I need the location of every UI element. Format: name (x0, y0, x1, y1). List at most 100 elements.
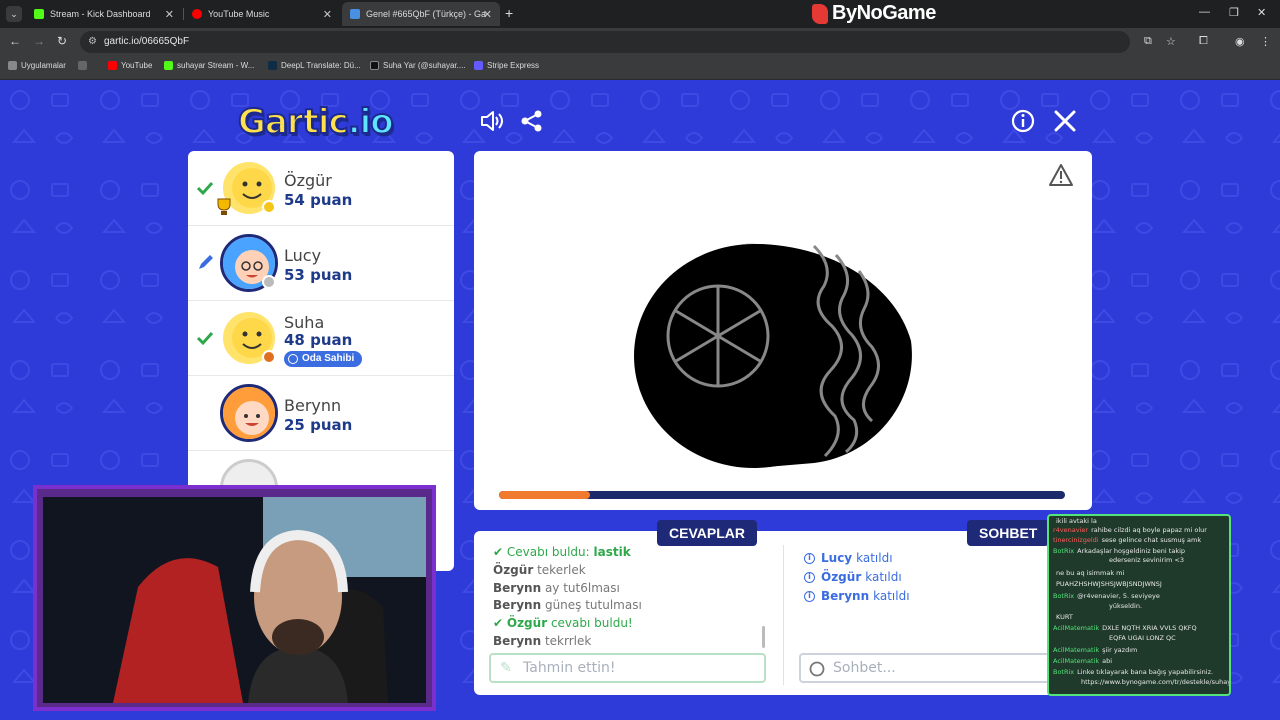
tab-kick-dashboard[interactable]: Stream - Kick Dashboard ✕ (26, 2, 182, 26)
info-icon[interactable] (1010, 108, 1036, 134)
guess-input[interactable]: ✎ Tahmin ettin! (489, 653, 766, 683)
chat-bubble-icon (809, 661, 825, 677)
bookmark-grid[interactable] (78, 61, 91, 70)
profile-icon[interactable]: ◉ (1235, 35, 1245, 48)
bookmark-deepl[interactable]: DeepL Translate: Dü... (268, 61, 361, 70)
chat-line: r4venavier rahibe cilzdi aq boyle papaz m… (1053, 526, 1207, 534)
status-dot (262, 350, 276, 364)
round-timer-bar (499, 491, 1065, 499)
player-name: Özgür (284, 171, 332, 190)
install-app-icon[interactable]: ⧉ (1144, 35, 1152, 48)
apps-grid-icon (8, 61, 17, 70)
chat-line: ikili avtaki la (1056, 517, 1097, 525)
join-notice: i Özgür katıldı (804, 570, 902, 584)
tire-drawing (634, 243, 912, 468)
player-name: Berynn (284, 396, 342, 415)
status-dot (262, 275, 276, 289)
player-row[interactable]: Suha 48 puan Oda Sahibi (188, 301, 454, 376)
player-name: Suha (284, 313, 325, 332)
bookmark-stripe[interactable]: Stripe Express (474, 61, 539, 70)
webcam-feed (43, 497, 426, 703)
bookmark-youtube[interactable]: YouTube (108, 61, 152, 70)
tab-title: YouTube Music (208, 9, 270, 19)
drawing-canvas[interactable] (474, 151, 1092, 510)
address-toolbar: ← → ↻ ⚙ gartic.io/06665QbF ⧉ ☆ ⧠ ◉ ⋮ (0, 28, 1280, 56)
bookmarks-bar: Uygulamalar YouTube suhayar Stream - W..… (0, 56, 1280, 80)
extensions-icon[interactable]: ⧠ (1199, 35, 1208, 48)
player-row[interactable]: Berynn 25 puan (188, 376, 454, 451)
bookmark-star-icon[interactable]: ☆ (1166, 35, 1176, 48)
player-row[interactable]: Lucy 53 puan (188, 226, 454, 301)
close-tab-icon[interactable]: ✕ (165, 8, 174, 21)
bookmark-apps[interactable]: Uygulamalar (8, 61, 66, 70)
chat-line: BotRix Arkadaşlar hoşgeldiniz beni takip (1053, 547, 1186, 555)
new-tab-button[interactable]: + (505, 5, 513, 21)
stream-chat-overlay: ikili avtaki la r4venavier rahibe cilzdi … (1047, 514, 1231, 696)
url-field[interactable]: ⚙ gartic.io/06665QbF (80, 31, 1130, 53)
answers-chat-panel: ✔ Cevabı buldu: lastik Özgür tekerlek Be… (474, 531, 1092, 695)
back-icon[interactable]: ← (9, 34, 21, 48)
status-dot (262, 200, 276, 214)
tab-list-button[interactable]: ⌄ (6, 6, 22, 22)
tab-gartic[interactable]: Genel #665QbF (Türkçe) - Garti ✕ (342, 2, 500, 26)
info-icon: i (804, 552, 815, 564)
reload-icon[interactable]: ↻ (57, 34, 67, 48)
close-tab-icon[interactable]: ✕ (323, 8, 332, 21)
kick-icon (34, 9, 44, 19)
bynogame-mark-icon (812, 3, 828, 24)
player-score: 54 puan (284, 191, 353, 209)
youtube-icon (108, 61, 117, 70)
tab-title: Genel #665QbF (Türkçe) - Garti (366, 9, 486, 19)
info-icon: i (804, 571, 815, 583)
chat-line: PUAHZHSHWJSHSJWBJSNDJWNSJ (1056, 580, 1162, 588)
minimize-icon[interactable]: — (1199, 6, 1210, 18)
close-window-icon[interactable]: ✕ (1257, 6, 1266, 19)
menu-icon[interactable]: ⋮ (1260, 35, 1271, 48)
pencil-icon (199, 255, 213, 269)
close-icon[interactable] (1052, 108, 1078, 134)
kick-icon (164, 61, 173, 70)
deepl-icon (268, 61, 277, 70)
round-timer-fill (499, 491, 590, 499)
avatar (220, 384, 278, 442)
bookmark-kick-stream[interactable]: suhayar Stream - W... (164, 61, 254, 70)
chat-line: KURT (1056, 613, 1073, 621)
stripe-icon (474, 61, 483, 70)
answer-item: Berynn güneş tutulması (493, 598, 642, 612)
join-notice: i Berynn katıldı (804, 589, 910, 603)
chat-line: BotRix Linke tıklayarak bana bağış yapabi… (1053, 668, 1214, 676)
answer-item: ✔ Özgür cevabı buldu! (493, 616, 633, 630)
restore-icon[interactable]: ❐ (1229, 6, 1239, 19)
gartic-favicon-icon (350, 9, 360, 19)
pencil-icon: ✎ (500, 660, 512, 676)
chat-input[interactable]: Sohbet... (799, 653, 1079, 683)
chat-line: AcilMatematik DXLE NQTH XRIA VVLS QKFQ (1053, 624, 1197, 632)
chat-line: yükseldin. (1109, 602, 1143, 610)
bookmark-tiktok[interactable]: Suha Yar (@suhayar.... (370, 61, 466, 70)
chat-line: ne bu aq isimmak mi (1056, 569, 1125, 577)
tab-title: Stream - Kick Dashboard (50, 9, 151, 19)
bynogame-logo: ByNoGame (812, 2, 936, 25)
answer-item: Berynn tekrrlek (493, 634, 592, 648)
forward-icon[interactable]: → (33, 34, 45, 48)
player-row[interactable]: Özgür 54 puan (188, 151, 454, 226)
chat-line: AcilMatematik abi (1053, 657, 1113, 665)
share-icon[interactable] (519, 108, 545, 134)
report-warning-icon[interactable] (1048, 163, 1074, 187)
tiktok-icon (370, 61, 379, 70)
site-info-icon[interactable]: ⚙ (88, 31, 97, 53)
chat-line: AcilMatematik şiir yazdım (1053, 646, 1138, 654)
join-notice: i Lucy katıldı (804, 551, 893, 565)
tab-youtube-music[interactable]: YouTube Music ✕ (184, 2, 340, 26)
tab-answers[interactable]: CEVAPLAR (657, 520, 757, 546)
player-score: 48 puan (284, 331, 353, 349)
check-icon (196, 331, 214, 346)
close-tab-icon[interactable]: ✕ (483, 8, 492, 21)
answer-item: Berynn ay tut6lması (493, 581, 620, 595)
browser-tab-strip: ⌄ Stream - Kick Dashboard ✕ YouTube Musi… (0, 0, 1280, 28)
panel-divider (783, 545, 784, 685)
chat-line: ederseniz sevinirim <3 (1109, 556, 1185, 564)
tab-chat[interactable]: SOHBET (967, 520, 1050, 546)
answers-scrollbar[interactable] (762, 626, 765, 648)
sound-icon[interactable] (478, 108, 504, 134)
